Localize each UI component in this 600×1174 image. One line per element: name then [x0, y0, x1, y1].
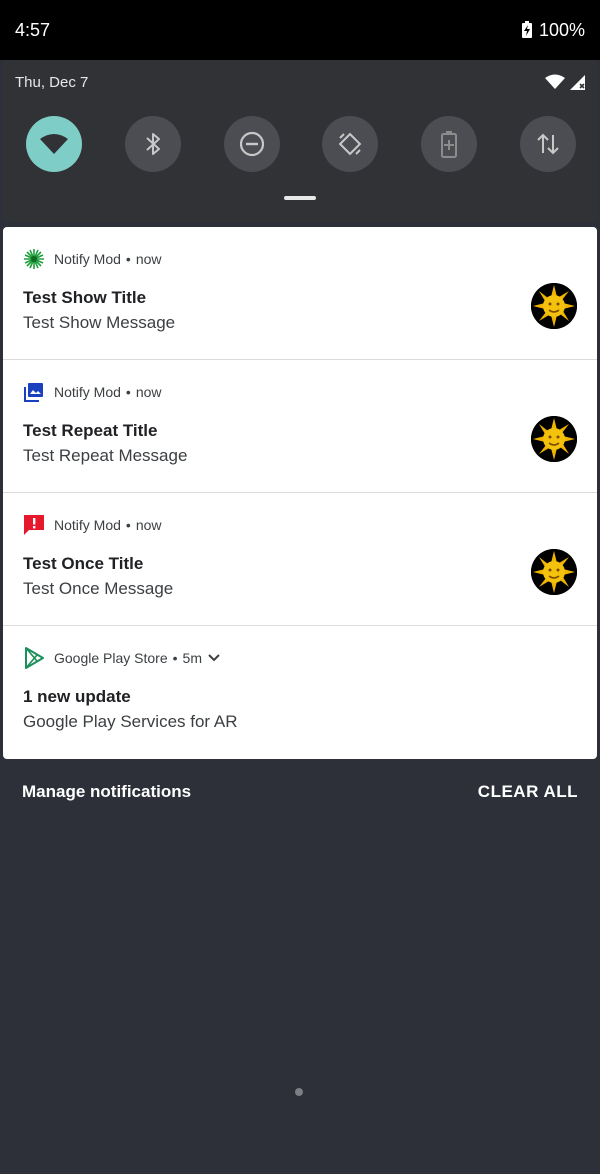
notification-header: Notify Mod • now — [23, 247, 162, 271]
notification-time: now — [135, 517, 162, 533]
page-indicator-dot — [295, 1088, 303, 1096]
notification-time: now — [135, 384, 162, 400]
sun-avatar-icon — [531, 283, 577, 329]
notification-footer: Manage notifications CLEAR ALL — [0, 760, 600, 824]
play-store-icon — [23, 647, 45, 669]
notification-text: Test Once Message — [23, 579, 174, 598]
battery-saver-icon — [441, 131, 458, 158]
status-bar: 4:57 100% — [0, 0, 600, 60]
sun-avatar-icon — [531, 416, 577, 462]
separator: • — [125, 251, 131, 267]
image-icon — [23, 381, 45, 403]
notification-time: 5m — [182, 650, 202, 666]
dnd-tile[interactable] — [223, 116, 280, 172]
notification-text: Test Show Message — [23, 313, 176, 332]
alert-icon — [23, 514, 45, 536]
notification-card[interactable]: Notify Mod • now Test Repeat Title Test … — [3, 360, 597, 493]
data-transfer-icon — [537, 133, 559, 155]
notification-title: Test Once Title — [23, 554, 144, 573]
notification-title: 1 new update — [23, 687, 131, 706]
battery-saver-tile[interactable] — [421, 116, 478, 172]
chevron-down-icon[interactable] — [208, 654, 220, 662]
battery-percent: 100% — [538, 19, 585, 40]
separator: • — [125, 384, 131, 400]
wifi-icon — [40, 134, 68, 154]
do-not-disturb-icon — [239, 131, 264, 157]
quick-settings-panel: Thu, Dec 7 — [3, 60, 597, 222]
qs-tiles — [26, 116, 576, 172]
wifi-signal-icon — [545, 74, 565, 89]
mobile-data-tile[interactable] — [519, 116, 576, 172]
bluetooth-tile[interactable] — [124, 116, 181, 172]
notification-title: Test Show Title — [23, 288, 147, 307]
notification-list: Notify Mod • now Test Show Title Test Sh… — [3, 227, 597, 759]
notification-header: Notify Mod • now — [23, 380, 162, 404]
sun-avatar-icon — [531, 549, 577, 595]
drag-handle[interactable] — [284, 196, 316, 200]
notification-text: Google Play Services for AR — [23, 712, 238, 731]
battery-charging-icon — [521, 21, 532, 38]
notification-card[interactable]: Notify Mod • now Test Show Title Test Sh… — [3, 227, 597, 360]
notification-header: Google Play Store • 5m — [23, 646, 220, 670]
manage-notifications-button[interactable]: Manage notifications — [22, 782, 191, 802]
notification-text: Test Repeat Message — [23, 446, 188, 465]
cell-signal-icon — [570, 75, 585, 90]
status-time: 4:57 — [15, 19, 51, 40]
separator: • — [125, 517, 131, 533]
clear-all-button[interactable]: CLEAR ALL — [478, 782, 578, 802]
separator: • — [172, 650, 178, 666]
notification-header: Notify Mod • now — [23, 513, 162, 537]
auto-rotate-icon — [339, 132, 362, 156]
auto-rotate-tile[interactable] — [322, 116, 379, 172]
qs-status-icons — [545, 74, 585, 90]
notification-app-name: Notify Mod — [54, 384, 121, 400]
notification-card[interactable]: Notify Mod • now Test Once Title Test On… — [3, 493, 597, 626]
status-right: 100% — [521, 20, 585, 41]
qs-date[interactable]: Thu, Dec 7 — [15, 74, 88, 91]
notification-time: now — [135, 251, 162, 267]
wifi-tile[interactable] — [26, 116, 82, 172]
bluetooth-icon — [146, 133, 160, 155]
notification-card[interactable]: Google Play Store • 5m 1 new update Goog… — [3, 626, 597, 759]
notification-title: Test Repeat Title — [23, 421, 158, 440]
notification-app-name: Notify Mod — [54, 517, 121, 533]
green-starburst-icon — [23, 248, 45, 270]
notification-app-name: Google Play Store — [54, 650, 168, 666]
notification-app-name: Notify Mod — [54, 251, 121, 267]
